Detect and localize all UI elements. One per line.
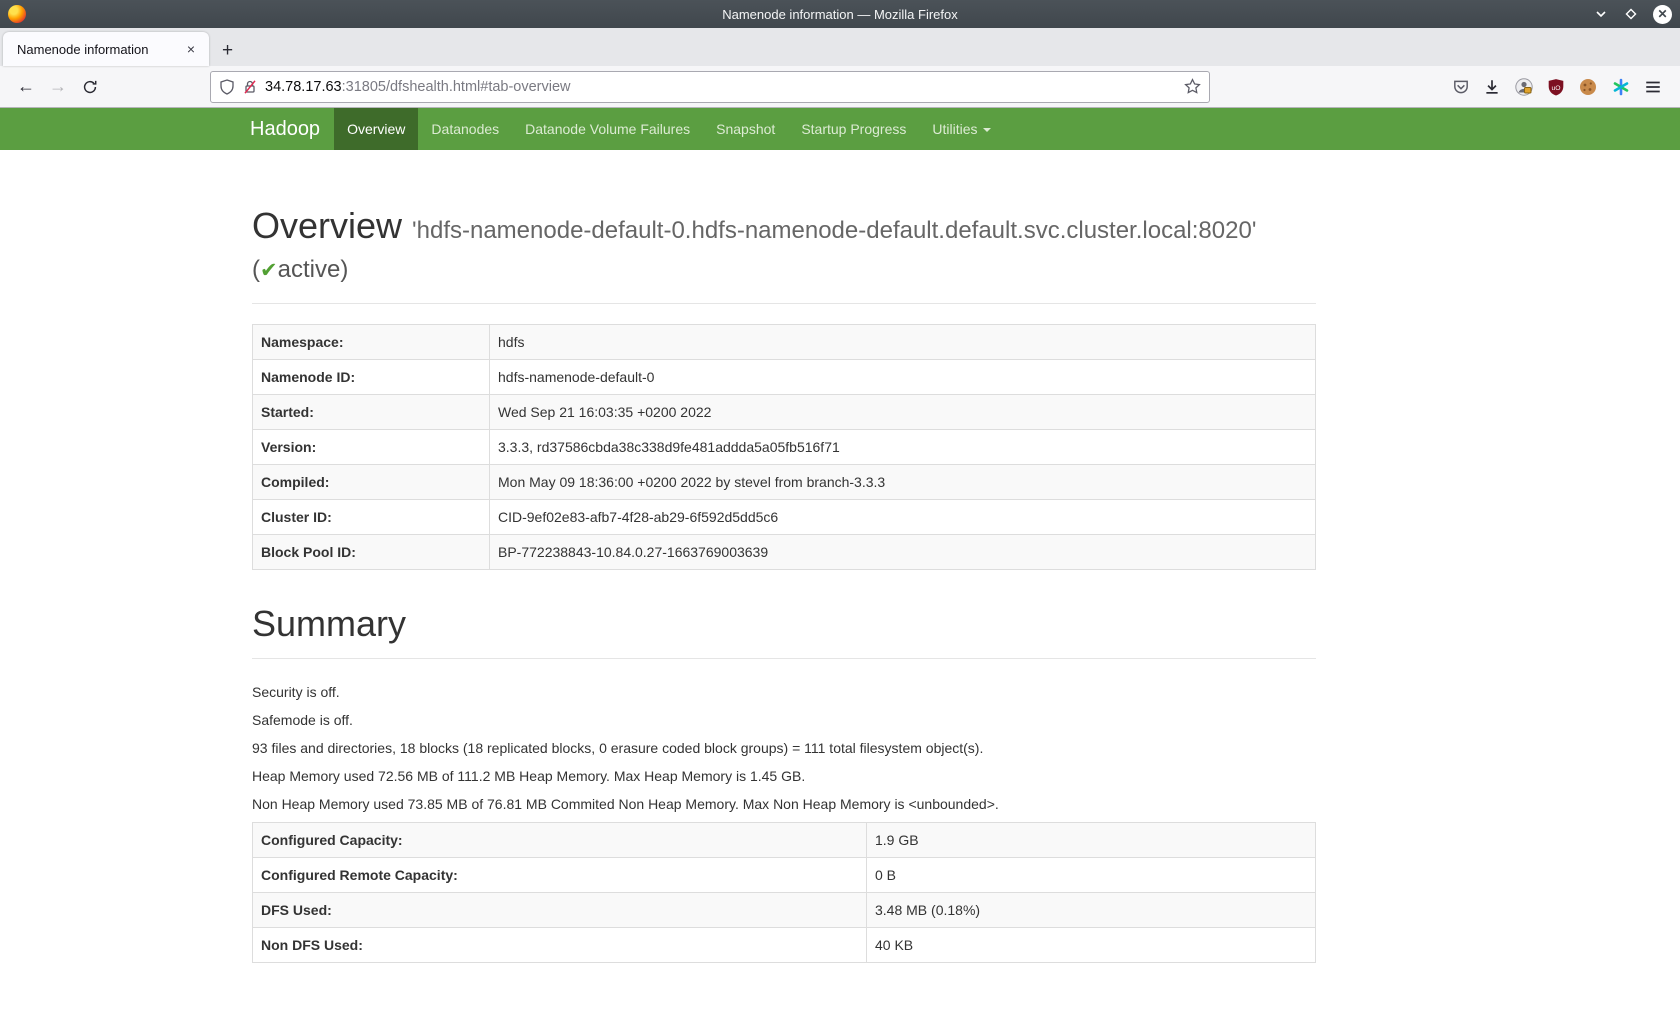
close-icon: ✕ [1657, 8, 1667, 20]
row-value: 3.48 MB (0.18%) [867, 893, 1316, 928]
row-label: Namenode ID: [253, 360, 490, 395]
downloads-icon[interactable] [1483, 78, 1501, 96]
window-titlebar: Namenode information — Mozilla Firefox ✕ [0, 0, 1680, 28]
reload-button[interactable] [74, 71, 106, 103]
namenode-status: (✔active) [252, 253, 1316, 287]
row-value: hdfs-namenode-default-0 [490, 360, 1316, 395]
bookmark-star-icon[interactable] [1184, 78, 1201, 95]
row-value: 1.9 GB [867, 823, 1316, 858]
row-label: Started: [253, 395, 490, 430]
row-value: 0 B [867, 858, 1316, 893]
url-input[interactable]: 34.78.17.63:31805/dfshealth.html#tab-ove… [265, 79, 1177, 95]
table-row: Namespace:hdfs [253, 325, 1316, 360]
close-button[interactable]: ✕ [1653, 5, 1672, 24]
status-close-paren: ) [340, 256, 348, 283]
summary-line: Heap Memory used 72.56 MB of 111.2 MB He… [252, 766, 1316, 786]
namenode-address: 'hdfs-namenode-default-0.hdfs-namenode-d… [412, 217, 1256, 244]
tab-title: Namenode information [17, 42, 183, 57]
nav-item-datanode-volume-failures[interactable]: Datanode Volume Failures [512, 108, 703, 150]
overview-heading: Overview [252, 205, 402, 246]
table-row: Started:Wed Sep 21 16:03:35 +0200 2022 [253, 395, 1316, 430]
row-label: Version: [253, 430, 490, 465]
summary-table-wrap: Configured Capacity:1.9 GBConfigured Rem… [252, 822, 1316, 963]
nav-item-startup-progress[interactable]: Startup Progress [788, 108, 919, 150]
reload-icon [82, 79, 98, 95]
summary-line: Security is off. [252, 682, 1316, 702]
row-label: Compiled: [253, 465, 490, 500]
tab-bar: Namenode information × + [0, 28, 1680, 66]
pocket-icon[interactable] [1452, 78, 1470, 96]
nav-item-overview[interactable]: Overview [334, 108, 418, 150]
new-tab-button[interactable]: + [210, 40, 245, 66]
row-label: Namespace: [253, 325, 490, 360]
table-row: Non DFS Used:40 KB [253, 928, 1316, 963]
divider [252, 303, 1316, 304]
menu-hamburger-icon[interactable] [1644, 78, 1662, 96]
row-value: 3.3.3, rd37586cbda38c338d9fe481addda5a05… [490, 430, 1316, 465]
account-extension-icon[interactable] [1514, 77, 1534, 97]
forward-button: → [42, 71, 74, 103]
table-row: Namenode ID:hdfs-namenode-default-0 [253, 360, 1316, 395]
url-bar[interactable]: 34.78.17.63:31805/dfshealth.html#tab-ove… [210, 71, 1210, 103]
summary-paragraphs: Security is off. Safemode is off. 93 files… [252, 682, 1316, 814]
tab-close-icon[interactable]: × [183, 41, 199, 57]
navbar-menu: OverviewDatanodesDatanode Volume Failure… [334, 108, 1003, 150]
table-row: Configured Remote Capacity:0 B [253, 858, 1316, 893]
chevron-down-icon [1594, 7, 1608, 21]
row-value: CID-9ef02e83-afb7-4f28-ab29-6f592d5dd5c6 [490, 500, 1316, 535]
table-row: DFS Used:3.48 MB (0.18%) [253, 893, 1316, 928]
hadoop-navbar: Hadoop OverviewDatanodesDatanode Volume … [0, 108, 1680, 150]
row-label: DFS Used: [253, 893, 867, 928]
status-label: active [278, 256, 341, 283]
caret-down-icon [983, 128, 991, 132]
nav-item-datanodes[interactable]: Datanodes [418, 108, 512, 150]
cookie-extension-icon[interactable] [1578, 77, 1598, 97]
tab-namenode-information[interactable]: Namenode information × [3, 32, 209, 66]
table-row: Configured Capacity:1.9 GB [253, 823, 1316, 858]
nav-item-utilities[interactable]: Utilities [919, 108, 1003, 150]
table-row: Compiled:Mon May 09 18:36:00 +0200 2022 … [253, 465, 1316, 500]
row-value: Wed Sep 21 16:03:35 +0200 2022 [490, 395, 1316, 430]
navigation-toolbar: ← → 34.78.17.63:31805/dfshealth.html#tab… [0, 66, 1680, 108]
asterisk-extension-icon[interactable] [1611, 77, 1631, 97]
main-container: Overview 'hdfs-namenode-default-0.hdfs-n… [252, 206, 1316, 963]
row-value: Mon May 09 18:36:00 +0200 2022 by stevel… [490, 465, 1316, 500]
page-title: Overview 'hdfs-namenode-default-0.hdfs-n… [252, 206, 1316, 251]
summary-line: 93 files and directories, 18 blocks (18 … [252, 738, 1316, 758]
summary-line: Non Heap Memory used 73.85 MB of 76.81 M… [252, 794, 1316, 814]
url-path: :31805/dfshealth.html#tab-overview [342, 79, 571, 95]
summary-heading: Summary [252, 604, 1316, 644]
row-label: Configured Remote Capacity: [253, 858, 867, 893]
row-value: hdfs [490, 325, 1316, 360]
hadoop-brand[interactable]: Hadoop [250, 108, 320, 150]
page-content: Hadoop OverviewDatanodesDatanode Volume … [0, 108, 1680, 963]
svg-text:uO: uO [1551, 84, 1560, 91]
table-row: Block Pool ID:BP-772238843-10.84.0.27-16… [253, 535, 1316, 570]
summary-table: Configured Capacity:1.9 GBConfigured Rem… [252, 822, 1316, 963]
window-title: Namenode information — Mozilla Firefox [0, 7, 1680, 22]
insecure-lock-icon[interactable] [242, 79, 258, 95]
nav-item-snapshot[interactable]: Snapshot [703, 108, 788, 150]
status-open-paren: ( [252, 256, 260, 283]
tracking-protection-shield-icon[interactable] [219, 79, 235, 95]
row-value: 40 KB [867, 928, 1316, 963]
table-row: Version:3.3.3, rd37586cbda38c338d9fe481a… [253, 430, 1316, 465]
row-label: Non DFS Used: [253, 928, 867, 963]
maximize-button[interactable] [1623, 6, 1639, 22]
row-value: BP-772238843-10.84.0.27-1663769003639 [490, 535, 1316, 570]
row-label: Cluster ID: [253, 500, 490, 535]
summary-line: Safemode is off. [252, 710, 1316, 730]
ublock-origin-icon[interactable]: uO [1547, 78, 1565, 96]
url-host: 34.78.17.63 [265, 79, 342, 95]
overview-table: Namespace:hdfsNamenode ID:hdfs-namenode-… [252, 324, 1316, 570]
row-label: Block Pool ID: [253, 535, 490, 570]
divider [252, 658, 1316, 659]
check-icon: ✔ [260, 259, 278, 282]
minimize-button[interactable] [1593, 6, 1609, 22]
table-row: Cluster ID:CID-9ef02e83-afb7-4f28-ab29-6… [253, 500, 1316, 535]
back-button[interactable]: ← [10, 71, 42, 103]
diamond-icon [1624, 7, 1638, 21]
row-label: Configured Capacity: [253, 823, 867, 858]
